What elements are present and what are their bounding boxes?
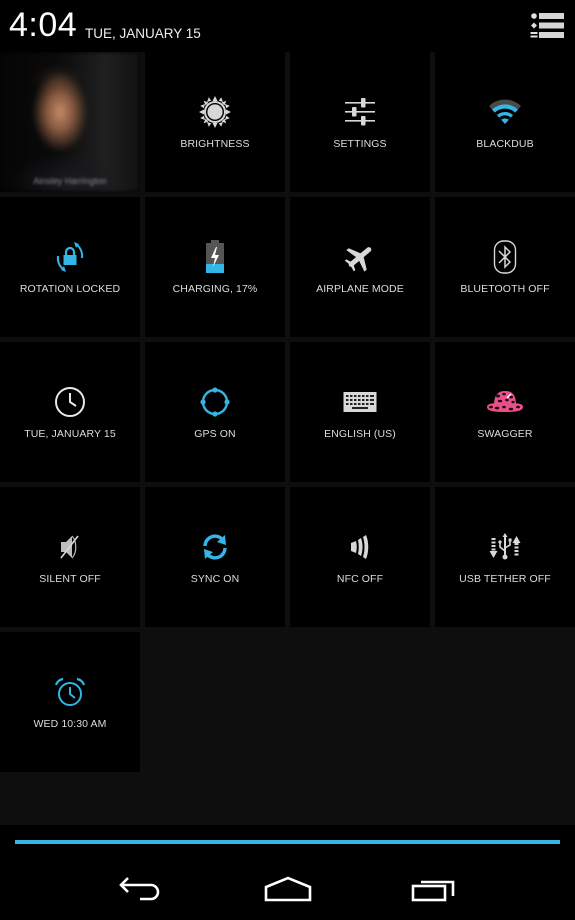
gps-icon (200, 387, 230, 417)
navigation-bar (0, 845, 575, 920)
quick-settings-list-icon (530, 13, 564, 38)
tile-label: BLACKDUB (476, 138, 534, 150)
alarm-icon (54, 677, 86, 706)
tile-label: SILENT OFF (39, 573, 101, 585)
tile-gps[interactable]: GPS ON (145, 342, 285, 482)
quick-settings-panel: Ainsley Harrington BRIGHTNESS SETTINGS B… (0, 52, 575, 825)
tile-label: SYNC ON (190, 573, 240, 585)
tile-label: NFC OFF (336, 573, 384, 585)
panel-handle-bar[interactable] (15, 840, 560, 844)
tile-airplane[interactable]: AIRPLANE MODE (290, 197, 430, 337)
sync-icon (203, 534, 227, 560)
home-button[interactable] (258, 871, 318, 907)
leopard-hat-icon (487, 391, 523, 412)
tile-label: BLUETOOTH OFF (460, 283, 550, 295)
usb-tether-icon (489, 533, 521, 560)
tile-brightness[interactable]: BRIGHTNESS (145, 52, 285, 192)
clock-time: 4:04 (9, 6, 78, 44)
tile-label: TUE, JANUARY 15 (24, 428, 116, 440)
tile-rotation-lock[interactable]: ROTATION LOCKED (0, 197, 140, 337)
home-icon (264, 876, 312, 902)
tile-user[interactable]: Ainsley Harrington (0, 52, 140, 192)
back-button[interactable] (110, 871, 170, 907)
brightness-icon (199, 96, 231, 128)
tile-bluetooth[interactable]: BLUETOOTH OFF (435, 197, 575, 337)
settings-sliders-icon (345, 98, 375, 126)
user-name: Ainsley Harrington (33, 176, 107, 186)
tile-label: SETTINGS (333, 138, 387, 150)
rotation-lock-icon (56, 242, 84, 272)
recents-button[interactable] (404, 871, 464, 907)
tile-nfc[interactable]: NFC OFF (290, 487, 430, 627)
tile-wifi[interactable]: BLACKDUB (435, 52, 575, 192)
tile-date[interactable]: TUE, JANUARY 15 (0, 342, 140, 482)
airplane-icon (344, 247, 372, 272)
tile-usb-tether[interactable]: USB TETHER OFF (435, 487, 575, 627)
tile-label: SWAGGER (477, 428, 533, 440)
recents-icon (411, 880, 455, 902)
header-date: TUE, JANUARY 15 (85, 26, 201, 41)
clock-icon (55, 387, 85, 417)
tile-alarm[interactable]: WED 10:30 AM (0, 632, 140, 772)
tile-silent[interactable]: SILENT OFF (0, 487, 140, 627)
tile-label: ROTATION LOCKED (19, 283, 121, 295)
quick-settings-list-button[interactable] (530, 11, 566, 41)
tile-settings[interactable]: SETTINGS (290, 52, 430, 192)
tile-profile-swagger[interactable]: SWAGGER (435, 342, 575, 482)
tile-label: GPS ON (194, 428, 236, 440)
bluetooth-icon (493, 240, 517, 274)
status-header: 4:04 TUE, JANUARY 15 (0, 0, 575, 52)
tile-label: USB TETHER OFF (459, 573, 551, 585)
nfc-icon (351, 535, 369, 559)
tile-label: BRIGHTNESS (180, 138, 250, 150)
keyboard-icon (343, 392, 377, 412)
tile-keyboard[interactable]: ENGLISH (US) (290, 342, 430, 482)
tile-label: WED 10:30 AM (33, 718, 107, 730)
wifi-icon (489, 99, 521, 124)
tile-label: CHARGING, 17% (172, 283, 258, 295)
tile-label: ENGLISH (US) (324, 428, 396, 440)
back-icon (119, 877, 160, 901)
tile-label: AIRPLANE MODE (316, 283, 404, 295)
tile-sync[interactable]: SYNC ON (145, 487, 285, 627)
tile-battery[interactable]: CHARGING, 17% (145, 197, 285, 337)
battery-charging-icon (206, 240, 224, 273)
silent-icon (60, 535, 79, 559)
user-photo (0, 52, 140, 192)
